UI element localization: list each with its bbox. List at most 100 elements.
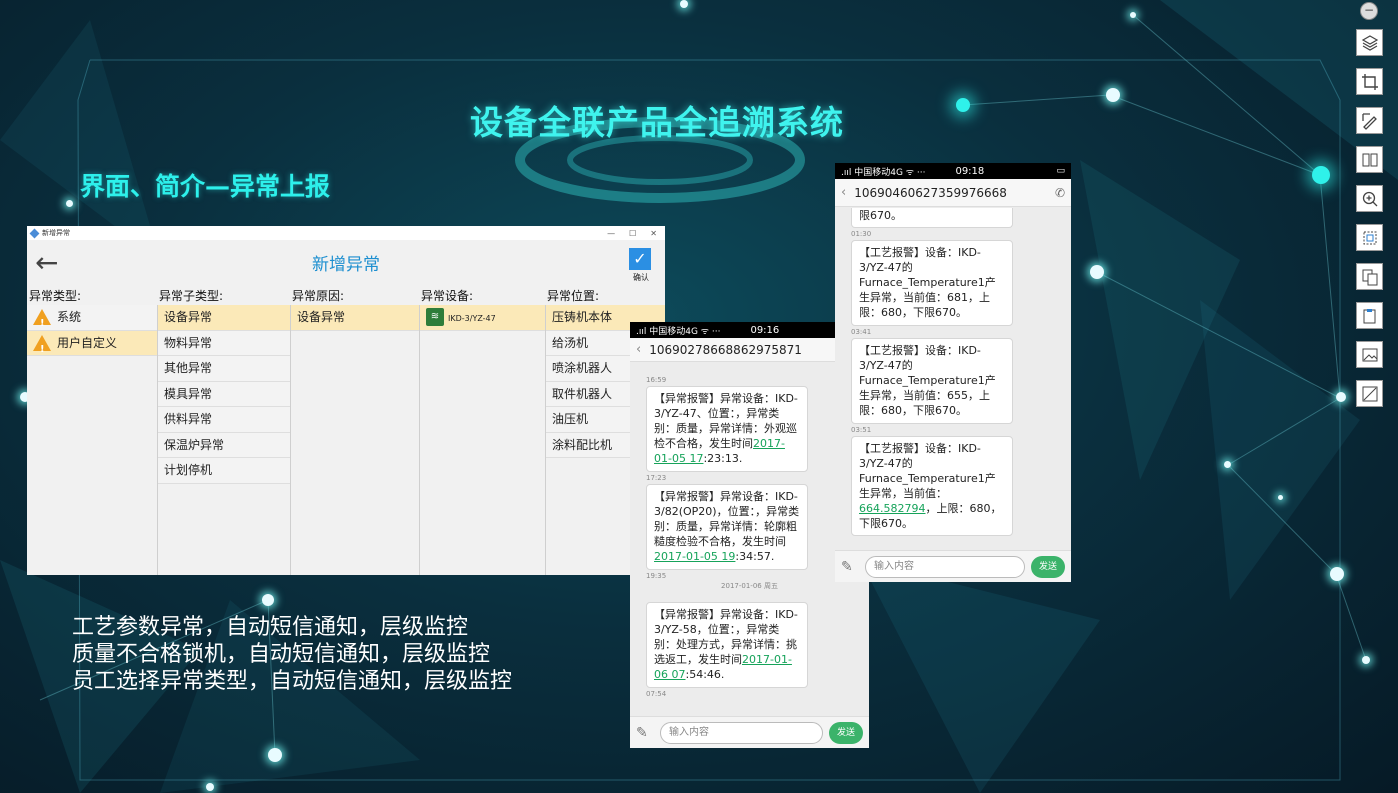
message-bubble[interactable]: 【异常报警】异常设备：IKD-3/YZ-58，位置：，异常类别：处理方式，异常详…: [646, 602, 808, 688]
message-timestamp: 03:41: [851, 328, 872, 336]
list-item[interactable]: 模具异常: [158, 381, 290, 407]
network-node: [1224, 461, 1231, 468]
list-item[interactable]: 设备异常: [291, 305, 419, 331]
message-bubble[interactable]: 【工艺报警】设备：IKD-3/YZ-47的Furnace_Temperature…: [851, 338, 1013, 424]
message-bubble[interactable]: 【异常报警】异常设备：IKD-3/YZ-47、位置：，异常类别：质量，异常详情：…: [646, 386, 808, 472]
message-timestamp: 03:51: [851, 426, 872, 434]
item-label: 用户自定义: [57, 335, 118, 350]
back-chevron-icon[interactable]: ‹: [841, 185, 846, 200]
phone-call-icon[interactable]: ✆: [1055, 186, 1065, 200]
attachment-icon[interactable]: ✎: [841, 559, 859, 575]
column-body: 系统 用户自定义: [27, 305, 157, 575]
send-button[interactable]: 发送: [829, 721, 863, 744]
conversation-header: ‹ 10690460627359976668 ✆: [835, 179, 1071, 207]
column-body: 设备异常: [290, 305, 419, 575]
list-item[interactable]: 其他异常: [158, 356, 290, 382]
image-icon[interactable]: [1356, 341, 1383, 368]
paste-icon[interactable]: [1356, 302, 1383, 329]
sms-phone-quality: .ııl 中国移动4G ᯤ ··· 09:16 ‹ 10690278668862…: [630, 322, 869, 748]
value-link[interactable]: 664.582794: [859, 502, 925, 515]
network-node: [1130, 12, 1136, 18]
message-input[interactable]: 输入内容: [865, 555, 1025, 578]
maximize-button[interactable]: ☐: [629, 229, 636, 238]
sender-number: 10690460627359976668: [854, 185, 1007, 200]
device-icon: ≋: [426, 308, 444, 327]
minimize-icon[interactable]: −: [1360, 2, 1378, 20]
attachment-icon[interactable]: ✎: [636, 725, 654, 741]
description-line: 工艺参数异常，自动短信通知，层级监控: [72, 615, 469, 640]
app-logo-icon: [29, 228, 40, 238]
network-node: [1336, 392, 1346, 402]
layers-icon[interactable]: [1356, 29, 1383, 56]
list-item[interactable]: 计划停机: [158, 458, 290, 484]
column-body: ≋ IKD-3/YZ-47: [419, 305, 545, 575]
message-text: 限670。: [859, 209, 902, 222]
network-node: [206, 783, 214, 791]
message-timestamp: 16:59: [646, 376, 667, 384]
send-button[interactable]: 发送: [1031, 555, 1065, 578]
list-item[interactable]: 系统: [27, 305, 157, 331]
copy-icon[interactable]: [1356, 263, 1383, 290]
window-header: ← 新增异常 ✓ 确认: [27, 240, 665, 288]
column-body: 设备异常 物料异常 其他异常 模具异常 供料异常 保温炉异常 计划停机: [157, 305, 290, 575]
date-link[interactable]: 2017-01-05 19: [654, 550, 735, 563]
column-device: 异常设备: ≋ IKD-3/YZ-47: [419, 288, 545, 575]
status-time: 09:18: [955, 165, 985, 177]
sender-number: 10690278668862975871: [649, 342, 802, 357]
message-bubble[interactable]: 【工艺报警】设备：IKD-3/YZ-47的Furnace_Temperature…: [851, 436, 1013, 536]
warning-icon: [33, 334, 51, 355]
message-text: 【工艺报警】设备：IKD-3/YZ-47的Furnace_Temperature…: [859, 442, 996, 500]
column-type: 异常类型: 系统 用户自定义: [27, 288, 157, 575]
description-line: 员工选择异常类型，自动短信通知，层级监控: [72, 669, 513, 694]
column-header: 异常子类型:: [159, 289, 224, 303]
message-list[interactable]: 限670。 01:30 【工艺报警】设备：IKD-3/YZ-47的Furnace…: [835, 208, 1071, 548]
zoom-in-icon[interactable]: [1356, 185, 1383, 212]
column-subtype: 异常子类型: 设备异常 物料异常 其他异常 模具异常 供料异常 保温炉异常 计划…: [157, 288, 290, 575]
close-button[interactable]: ✕: [650, 229, 657, 238]
message-bubble[interactable]: 限670。: [851, 208, 1013, 228]
check-icon: ✓: [629, 248, 651, 270]
item-label: IKD-3/YZ-47: [448, 314, 496, 323]
battery-icon: ▭: [1056, 166, 1065, 176]
message-list[interactable]: 16:59 【异常报警】异常设备：IKD-3/YZ-47、位置：，异常类别：质量…: [630, 374, 869, 714]
window-titlebar: 新增异常 — ☐ ✕: [27, 226, 665, 240]
list-item[interactable]: 物料异常: [158, 330, 290, 356]
description-line: 质量不合格锁机，自动短信通知，层级监控: [72, 642, 491, 667]
pen-icon[interactable]: [1356, 107, 1383, 134]
crop-icon[interactable]: [1356, 68, 1383, 95]
page-title: 设备全联产品全追溯系统: [470, 103, 844, 142]
fit-icon[interactable]: [1356, 224, 1383, 251]
message-text: 【工艺报警】设备：IKD-3/YZ-47的Furnace_Temperature…: [859, 344, 996, 417]
compare-icon[interactable]: [1356, 146, 1383, 173]
description-block: 工艺参数异常，自动短信通知，层级监控 质量不合格锁机，自动短信通知，层级监控 员…: [72, 614, 512, 695]
network-node: [956, 98, 970, 112]
network-node: [1312, 166, 1330, 184]
back-chevron-icon[interactable]: ‹: [636, 342, 641, 357]
minimize-button[interactable]: —: [607, 229, 615, 238]
network-node: [1278, 495, 1283, 500]
list-item[interactable]: 设备异常: [158, 305, 290, 331]
network-node: [1362, 656, 1370, 664]
message-bubble[interactable]: 【异常报警】异常设备：IKD-3/82(OP20)，位置：，异常类别：质量，异常…: [646, 484, 808, 570]
list-item[interactable]: 供料异常: [158, 407, 290, 433]
message-bubble[interactable]: 【工艺报警】设备：IKD-3/YZ-47的Furnace_Temperature…: [851, 240, 1013, 326]
message-input-bar: ✎ 输入内容 发送: [630, 716, 869, 748]
column-reason: 异常原因: 设备异常: [290, 288, 419, 575]
message-text: 【工艺报警】设备：IKD-3/YZ-47的Furnace_Temperature…: [859, 246, 996, 319]
confirm-label: 确认: [633, 273, 649, 282]
network-node: [1090, 265, 1104, 279]
slash-icon[interactable]: [1356, 380, 1383, 407]
message-input[interactable]: 输入内容: [660, 721, 823, 744]
status-bar: .ııl 中国移动4G ᯤ ··· 09:16: [630, 322, 869, 338]
confirm-button[interactable]: ✓ 确认: [629, 248, 653, 283]
list-item[interactable]: 用户自定义: [27, 330, 157, 356]
network-node: [1106, 88, 1120, 102]
list-item[interactable]: ≋ IKD-3/YZ-47: [420, 305, 545, 331]
list-item[interactable]: 保温炉异常: [158, 432, 290, 458]
message-text: :54:46.: [685, 668, 725, 681]
exception-columns: 异常类型: 系统 用户自定义 异常子类型: 设备异常 物料异常 其他异常 模具异…: [27, 288, 665, 575]
column-header: 异常设备:: [421, 289, 474, 303]
network-node: [1330, 567, 1344, 581]
form-title: 新增异常: [312, 255, 380, 275]
